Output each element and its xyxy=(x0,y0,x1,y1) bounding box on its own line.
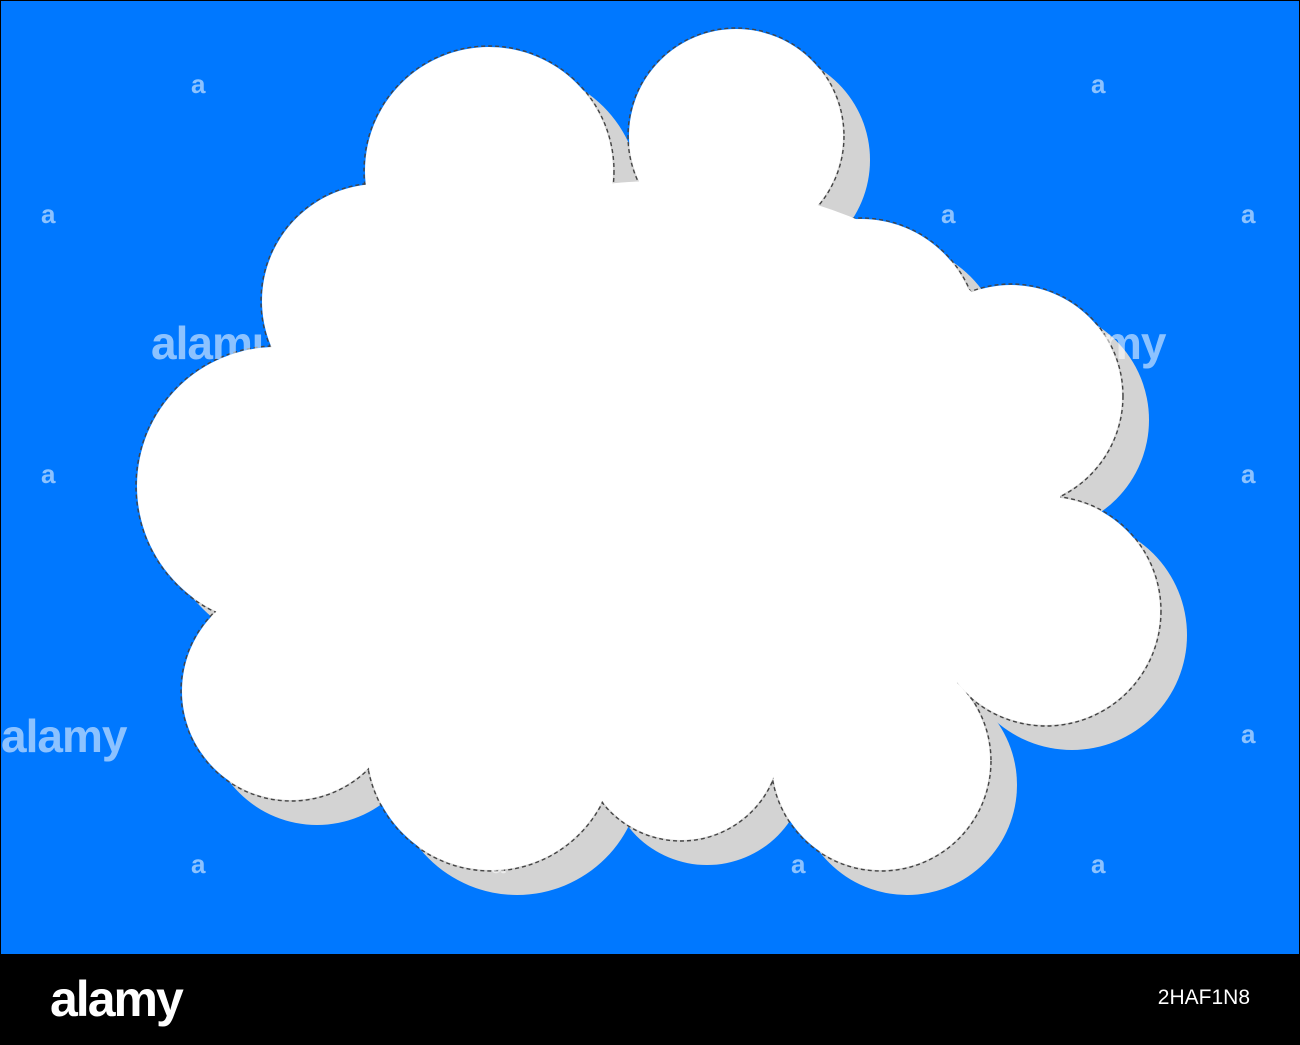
watermark-glyph: a xyxy=(191,69,206,99)
watermark-glyph: a xyxy=(41,199,56,229)
watermark-glyph: a xyxy=(1241,459,1256,489)
watermark-text: my xyxy=(1101,317,1166,369)
sky-background: a a a a a alamu my a a alamy a a a a a xyxy=(1,1,1299,954)
watermark-text: alamu xyxy=(151,317,280,369)
alamy-logo: alamy xyxy=(50,971,184,1027)
watermark-glyph: a xyxy=(41,459,56,489)
image-canvas: a a a a a alamu my a a alamy a a a a a a… xyxy=(0,0,1300,1045)
watermark-glyph: a xyxy=(1091,69,1106,99)
watermark-glyph: a xyxy=(941,199,956,229)
cloud-illustration xyxy=(1,1,1299,954)
watermark-glyph: a xyxy=(1241,719,1256,749)
watermark-glyph: a xyxy=(191,849,206,879)
image-id-label: 2HAF1N8 xyxy=(1157,986,1250,1009)
watermark-text: alamy xyxy=(1,710,127,762)
watermark-glyph: a xyxy=(1241,199,1256,229)
watermark-glyph: a xyxy=(791,849,806,879)
watermark-glyph: a xyxy=(491,849,506,879)
watermark-glyph: a xyxy=(1091,849,1106,879)
footer-bar: alamy 2HAF1N8 xyxy=(0,954,1300,1045)
